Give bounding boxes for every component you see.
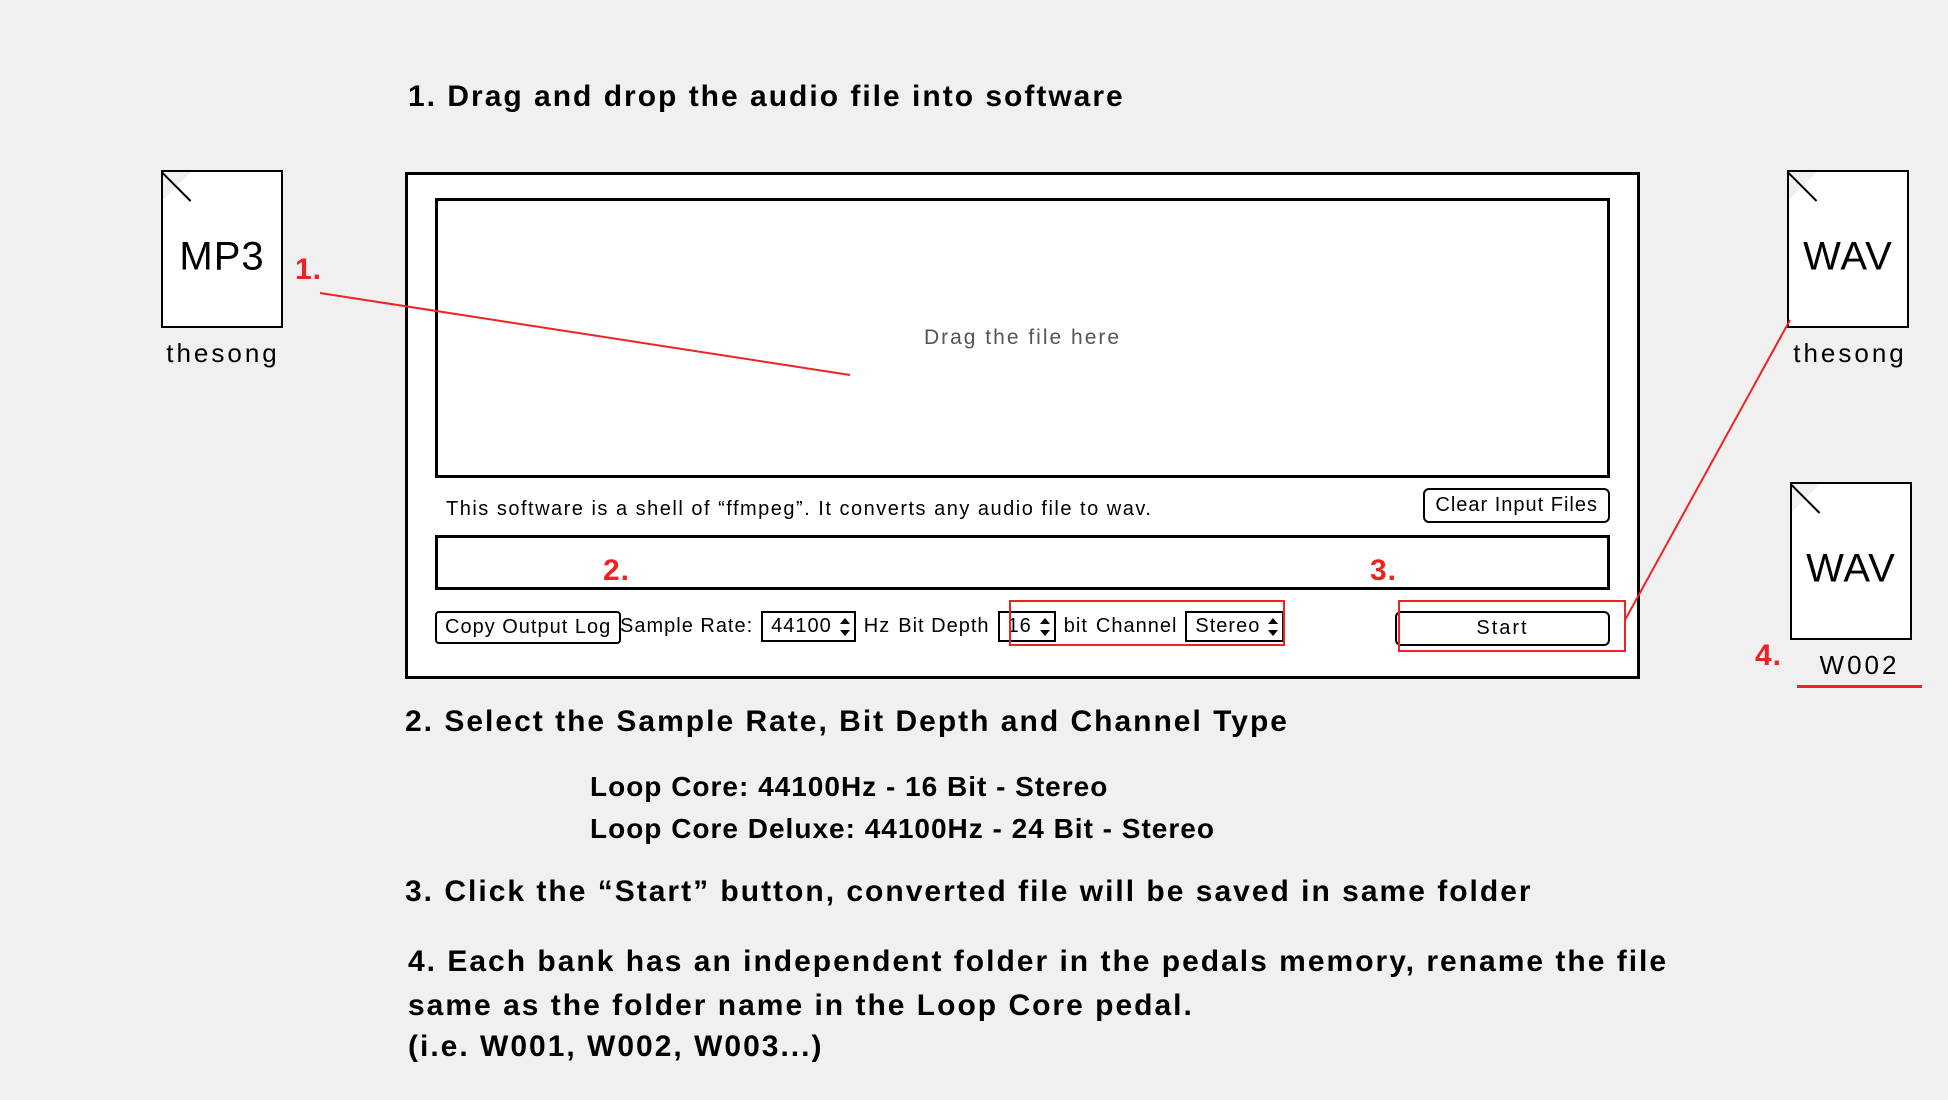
- dropzone[interactable]: Drag the file here: [435, 198, 1610, 478]
- output-file-1-name: thesong: [1770, 338, 1930, 369]
- stepper-arrows-icon: [840, 618, 850, 636]
- output-file-2-icon: WAV: [1790, 482, 1912, 640]
- sample-rate-value: 44100: [771, 615, 832, 637]
- dropzone-text: Drag the file here: [924, 326, 1121, 350]
- annotation-number-2: 2.: [603, 554, 630, 588]
- output-file-1-icon: WAV: [1787, 170, 1909, 328]
- copy-output-log-button[interactable]: Copy Output Log: [435, 611, 621, 644]
- output-file-2-name: W002: [1797, 650, 1922, 681]
- clear-input-files-button[interactable]: Clear Input Files: [1423, 488, 1610, 523]
- annotation-underline-4: [1797, 685, 1922, 688]
- step-4-example: (i.e. W001, W002, W003...): [408, 1030, 823, 1064]
- step-3-heading: 3. Click the “Start” button, converted f…: [405, 875, 1533, 909]
- annotation-number-1: 1.: [295, 253, 322, 287]
- sample-rate-unit: Hz: [864, 615, 890, 638]
- annotation-box-2: [1009, 600, 1285, 646]
- input-file-name: thesong: [143, 338, 303, 369]
- sample-rate-label: Sample Rate:: [620, 615, 753, 638]
- step-4-heading: 4. Each bank has an independent folder i…: [408, 940, 1698, 1027]
- info-text: This software is a shell of “ffmpeg”. It…: [446, 498, 1152, 521]
- step-1-heading: 1. Drag and drop the audio file into sof…: [408, 80, 1125, 114]
- output-file-2-ext: WAV: [1792, 546, 1910, 591]
- output-file-1-ext: WAV: [1789, 234, 1907, 279]
- annotation-number-4: 4.: [1755, 639, 1782, 673]
- annotation-number-3: 3.: [1370, 554, 1397, 588]
- sample-rate-stepper[interactable]: 44100: [761, 611, 856, 642]
- annotation-box-3: [1398, 600, 1626, 652]
- step-2-heading: 2. Select the Sample Rate, Bit Depth and…: [405, 705, 1289, 739]
- input-file-icon: MP3: [161, 170, 283, 328]
- step-2-detail-a: Loop Core: 44100Hz - 16 Bit - Stereo: [590, 768, 1108, 806]
- bit-depth-label: Bit Depth: [898, 615, 989, 638]
- input-file-ext: MP3: [163, 234, 281, 279]
- step-2-detail-b: Loop Core Deluxe: 44100Hz - 24 Bit - Ste…: [590, 810, 1215, 848]
